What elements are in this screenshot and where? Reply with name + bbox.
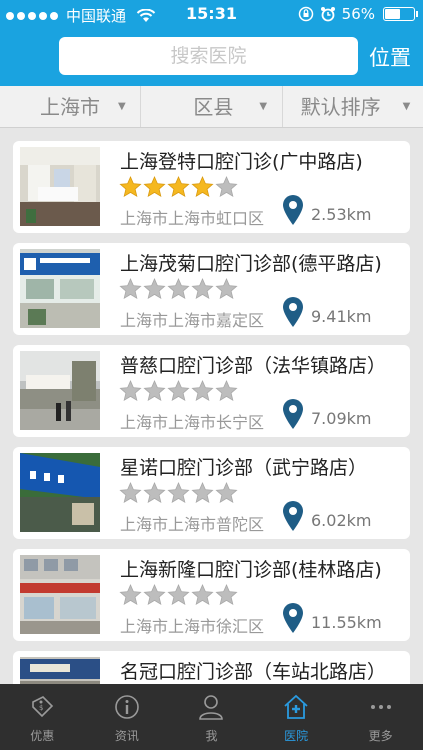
rating-stars (119, 482, 238, 504)
map-pin-icon (283, 399, 303, 429)
battery-percent: 56% (341, 5, 375, 23)
hospital-name: 上海登特口腔门诊(广中路店) (120, 151, 363, 173)
star-filled-icon (167, 176, 190, 198)
info-icon (115, 695, 139, 719)
city-filter[interactable]: 上海市 ▼ (0, 86, 140, 127)
rating-stars (119, 584, 238, 606)
hospital-address: 上海市上海市普陀区 (120, 515, 265, 534)
hospital-address: 上海市上海市长宁区 (120, 413, 265, 432)
hospital-name: 星诺口腔门诊部（武宁路店） (120, 457, 368, 479)
hospital-photo (20, 351, 100, 430)
distance-label: 11.55km (311, 613, 382, 632)
hospital-card[interactable]: 普慈口腔门诊部（法华镇路店） 上海市上海市长宁区 7.09km (13, 345, 410, 437)
hospital-photo (20, 657, 100, 684)
tab-label: 更多 (368, 729, 393, 743)
star-filled-icon (119, 176, 142, 198)
hospital-address: 上海市上海市嘉定区 (120, 311, 265, 330)
star-filled-icon (191, 176, 214, 198)
tab-label: 优惠 (30, 729, 55, 743)
bottom-tab-bar: $ 优惠 资讯 我 医院 更多 (0, 684, 423, 750)
star-empty-icon (191, 482, 214, 504)
rating-stars (119, 176, 238, 198)
hospital-name: 普慈口腔门诊部（法华镇路店） (120, 355, 387, 377)
star-empty-icon (215, 482, 238, 504)
district-filter-label: 区县 (193, 95, 234, 119)
star-empty-icon (215, 176, 238, 198)
tab-news[interactable]: 资讯 (85, 684, 170, 750)
distance-label: 6.02km (311, 511, 372, 530)
star-empty-icon (191, 584, 214, 606)
star-empty-icon (167, 380, 190, 402)
hospital-name: 上海茂菊口腔门诊部(德平路店) (120, 253, 382, 275)
city-filter-label: 上海市 (40, 95, 100, 119)
hospital-photo (20, 555, 100, 634)
svg-text:$: $ (39, 704, 43, 712)
tab-label: 医院 (284, 729, 309, 743)
chevron-down-icon: ▼ (118, 101, 126, 112)
tab-me[interactable]: 我 (169, 684, 254, 750)
hospital-card[interactable]: 星诺口腔门诊部（武宁路店） 上海市上海市普陀区 6.02km (13, 447, 410, 539)
top-navigation-bar: 搜索医院 位置 (0, 28, 423, 86)
hospital-photo (20, 249, 100, 328)
tab-hospital[interactable]: 医院 (254, 684, 339, 750)
map-pin-icon (283, 501, 303, 531)
hospital-list[interactable]: 上海登特口腔门诊(广中路店) 上海市上海市虹口区 2.53km 上海茂菊口腔门诊… (0, 128, 423, 684)
location-button[interactable]: 位置 (369, 42, 411, 72)
rotation-lock-icon (298, 6, 313, 22)
star-empty-icon (167, 278, 190, 300)
star-empty-icon (167, 584, 190, 606)
user-icon (199, 695, 224, 720)
tab-label: 我 (205, 729, 218, 743)
coupon-icon: $ (32, 696, 54, 718)
star-empty-icon (215, 278, 238, 300)
star-empty-icon (143, 584, 166, 606)
alarm-icon (320, 7, 335, 22)
distance-label: 9.41km (311, 307, 372, 326)
star-empty-icon (167, 482, 190, 504)
tab-coupons[interactable]: $ 优惠 (0, 684, 85, 750)
star-empty-icon (143, 278, 166, 300)
map-pin-icon (283, 297, 303, 327)
star-empty-icon (119, 380, 142, 402)
hospital-icon (284, 694, 308, 719)
hospital-card[interactable]: 上海登特口腔门诊(广中路店) 上海市上海市虹口区 2.53km (13, 141, 410, 233)
rating-stars (119, 278, 238, 300)
hospital-photo (20, 453, 100, 532)
hospital-name: 名冠口腔门诊部（车站北路店） (120, 661, 387, 683)
star-empty-icon (119, 482, 142, 504)
hospital-card[interactable]: 上海茂菊口腔门诊部(德平路店) 上海市上海市嘉定区 9.41km (13, 243, 410, 335)
battery-icon (383, 7, 418, 21)
district-filter[interactable]: 区县 ▼ (140, 86, 281, 127)
hospital-address: 上海市上海市虹口区 (120, 209, 265, 228)
hospital-photo (20, 147, 100, 226)
star-empty-icon (119, 278, 142, 300)
hospital-card[interactable]: 名冠口腔门诊部（车站北路店） (13, 651, 410, 684)
sort-filter-label: 默认排序 (300, 95, 381, 119)
more-icon (370, 705, 391, 709)
status-bar: 中国联通 15:31 56% (0, 0, 423, 28)
chevron-down-icon: ▼ (402, 101, 411, 112)
star-empty-icon (143, 380, 166, 402)
tab-more[interactable]: 更多 (338, 684, 423, 750)
search-input[interactable]: 搜索医院 (59, 37, 358, 75)
sort-filter[interactable]: 默认排序 ▼ (281, 86, 423, 127)
star-filled-icon (143, 176, 166, 198)
hospital-name: 上海新隆口腔门诊部(桂林路店) (120, 559, 382, 581)
star-empty-icon (191, 278, 214, 300)
star-empty-icon (215, 380, 238, 402)
distance-label: 7.09km (311, 409, 372, 428)
hospital-address: 上海市上海市徐汇区 (120, 617, 265, 636)
star-empty-icon (191, 380, 214, 402)
filter-bar: 上海市 ▼ 区县 ▼ 默认排序 ▼ (0, 86, 423, 128)
map-pin-icon (283, 603, 303, 633)
hospital-card[interactable]: 上海新隆口腔门诊部(桂林路店) 上海市上海市徐汇区 11.55km (13, 549, 410, 641)
star-empty-icon (215, 584, 238, 606)
tab-label: 资讯 (114, 729, 139, 743)
star-empty-icon (143, 482, 166, 504)
star-empty-icon (119, 584, 142, 606)
distance-label: 2.53km (311, 205, 372, 224)
rating-stars (119, 380, 238, 402)
chevron-down-icon: ▼ (259, 101, 268, 112)
map-pin-icon (283, 195, 303, 225)
